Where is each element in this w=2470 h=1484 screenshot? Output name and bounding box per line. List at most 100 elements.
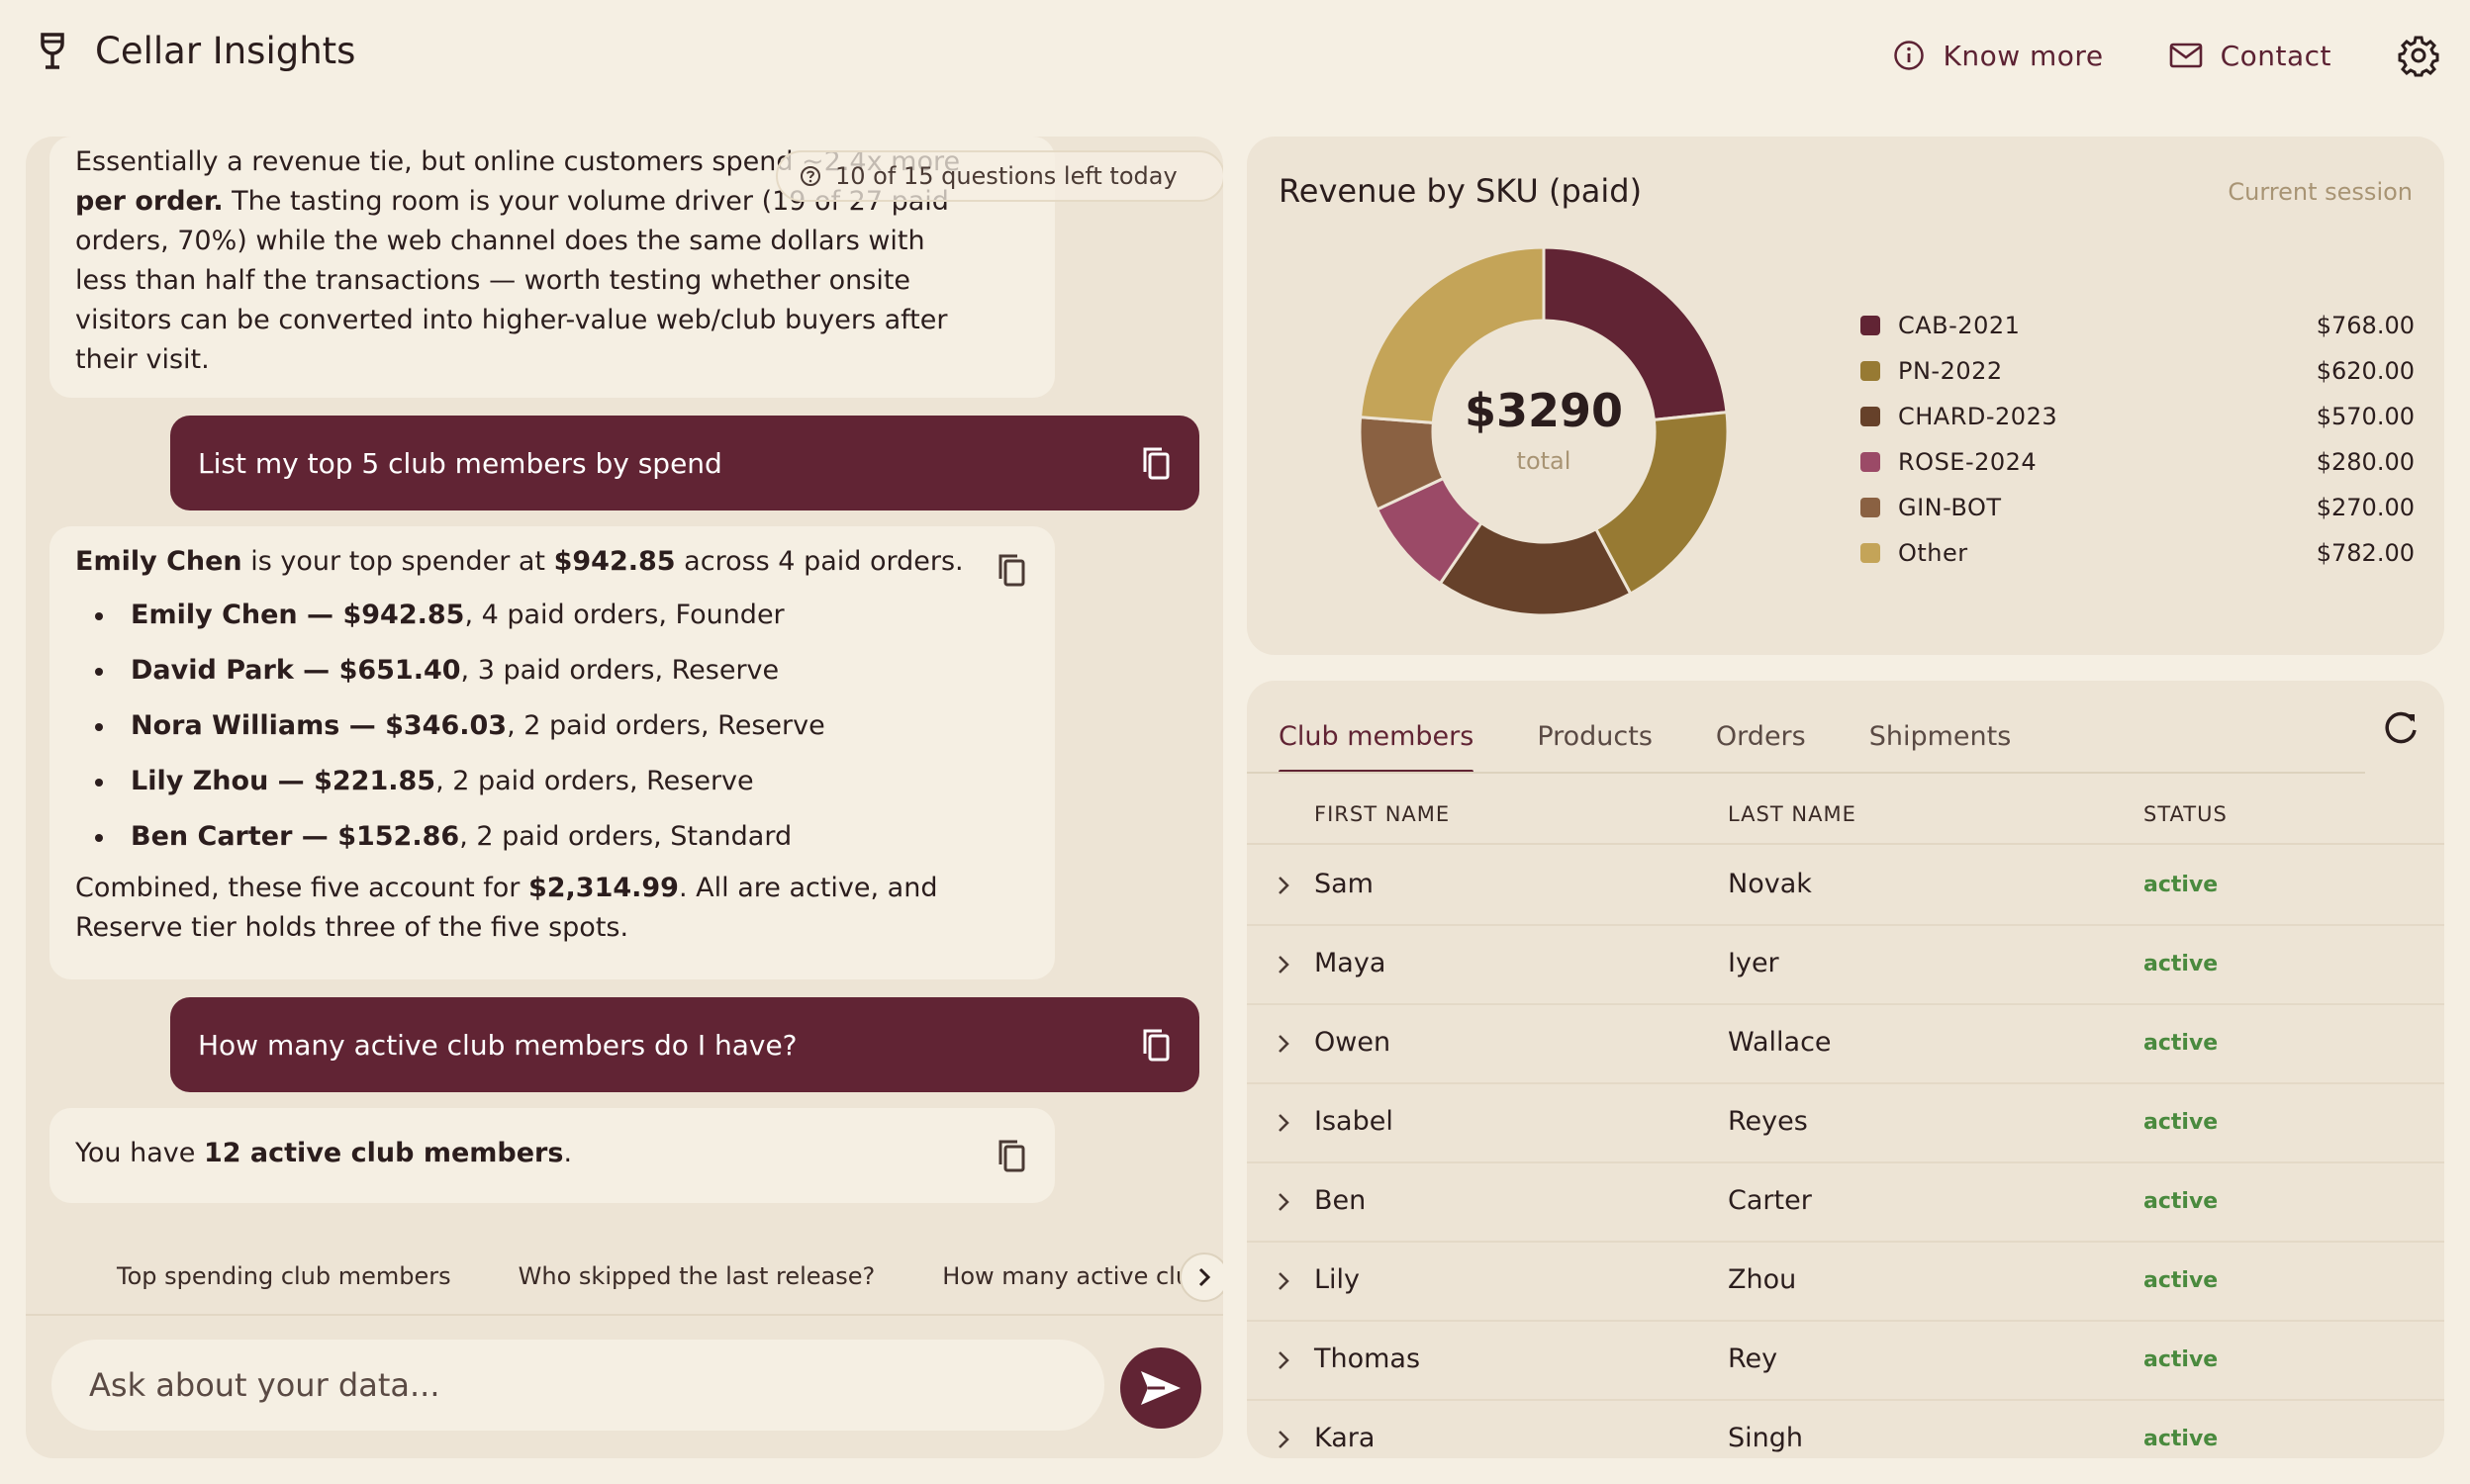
legend-swatch: [1860, 316, 1880, 335]
chat-panel: Essentially a revenue tie, but online cu…: [26, 137, 1223, 1458]
table-row[interactable]: Kara Singh active: [1247, 1401, 2444, 1458]
suggestion-chip[interactable]: How many active club members do I have?: [908, 1262, 1223, 1290]
gear-icon[interactable]: [2397, 34, 2440, 77]
status-badge: active: [2143, 1347, 2219, 1372]
legend-value: $768.00: [2316, 312, 2415, 339]
message-line: visitors can be converted into higher-va…: [75, 305, 948, 335]
top-members-list: Emily Chen — $942.85, 4 paid orders, Fou…: [75, 588, 1029, 865]
last-name-cell: Rey: [1728, 1344, 1778, 1374]
copy-icon[interactable]: [996, 1138, 1029, 1175]
table-tabs: Club members Products Orders Shipments: [1279, 710, 2074, 774]
legend-swatch: [1860, 452, 1880, 472]
table-row[interactable]: Lily Zhou active: [1247, 1243, 2444, 1322]
chevron-right-icon[interactable]: [1277, 1349, 1290, 1371]
last-name-cell: Reyes: [1728, 1106, 1808, 1137]
tab-orders[interactable]: Orders: [1716, 710, 1806, 774]
legend-swatch: [1860, 407, 1880, 426]
user-message-text: How many active club members do I have?: [198, 1028, 798, 1062]
tab-shipments[interactable]: Shipments: [1869, 710, 2012, 774]
status-badge: active: [2143, 1189, 2219, 1214]
donut-total: $3290: [1464, 384, 1624, 437]
scroll-suggestions-button[interactable]: [1180, 1252, 1223, 1302]
refresh-icon[interactable]: [2379, 706, 2422, 750]
assistant-message-3: You have 12 active club members.: [49, 1108, 1055, 1203]
chat-input[interactable]: Ask about your data...: [51, 1340, 1104, 1431]
user-message-2: How many active club members do I have?: [170, 997, 1199, 1092]
first-name-cell: Kara: [1314, 1423, 1376, 1453]
table-row[interactable]: Owen Wallace active: [1247, 1005, 2444, 1084]
legend-item: ROSE-2024 $280.00: [1860, 439, 2415, 485]
copy-icon[interactable]: [1140, 1027, 1174, 1065]
legend-value: $782.00: [2316, 539, 2415, 567]
last-name-cell: Wallace: [1728, 1027, 1832, 1058]
copy-icon[interactable]: [1140, 445, 1174, 483]
message-line: orders, 70%) while the web channel does …: [75, 226, 925, 256]
status-badge: active: [2143, 1268, 2219, 1293]
last-name-cell: Novak: [1728, 869, 1812, 899]
last-name-cell: Carter: [1728, 1185, 1812, 1216]
table-row[interactable]: Thomas Rey active: [1247, 1322, 2444, 1401]
legend-value: $280.00: [2316, 448, 2415, 476]
status-badge: active: [2143, 952, 2219, 976]
chevron-right-icon[interactable]: [1277, 1033, 1290, 1055]
legend-label: CAB-2021: [1898, 312, 2021, 339]
list-item: Nora Williams — $346.03, 2 paid orders, …: [75, 698, 1029, 754]
last-name-cell: Iyer: [1728, 948, 1779, 978]
send-button[interactable]: [1120, 1347, 1201, 1429]
status-badge: active: [2143, 1110, 2219, 1135]
assistant-message-2: Emily Chen is your top spender at $942.8…: [49, 526, 1055, 979]
chevron-right-icon[interactable]: [1277, 875, 1290, 896]
chevron-right-icon[interactable]: [1277, 1270, 1290, 1292]
table-row[interactable]: Maya Iyer active: [1247, 926, 2444, 1005]
quota-text: 10 of 15 questions left today: [835, 162, 1178, 190]
message-text: You have 12 active club members.: [75, 1138, 573, 1168]
first-name-cell: Sam: [1314, 869, 1374, 899]
top-actions: Know more Contact: [1893, 34, 2440, 77]
table-row[interactable]: Ben Carter active: [1247, 1163, 2444, 1243]
legend-item: CHARD-2023 $570.00: [1860, 394, 2415, 439]
table-row[interactable]: Sam Novak active: [1247, 847, 2444, 926]
copy-icon[interactable]: [996, 552, 1029, 590]
wine-glass-icon: [38, 32, 67, 71]
list-item: Emily Chen — $942.85, 4 paid orders, Fou…: [75, 588, 1029, 643]
donut-total-label: total: [1516, 447, 1571, 475]
send-icon: [1139, 1368, 1183, 1408]
brand: Cellar Insights: [38, 30, 355, 72]
chevron-right-icon: [1195, 1266, 1213, 1288]
legend-item: PN-2022 $620.00: [1860, 348, 2415, 394]
tab-club-members[interactable]: Club members: [1279, 710, 1474, 774]
legend-swatch: [1860, 543, 1880, 563]
chevron-right-icon[interactable]: [1277, 1429, 1290, 1450]
suggestion-chip[interactable]: Who skipped the last release?: [485, 1262, 909, 1290]
data-table-card: Club members Products Orders Shipments F…: [1247, 681, 2444, 1458]
legend-value: $270.00: [2316, 494, 2415, 521]
top-bar: Cellar Insights Know more Contact: [0, 0, 2470, 117]
message-line: less than half the transactions — worth …: [75, 265, 911, 296]
suggestion-chip[interactable]: Top spending club members: [26, 1262, 485, 1290]
chevron-right-icon[interactable]: [1277, 1112, 1290, 1134]
revenue-session: Current session: [2228, 178, 2413, 206]
list-item: Lily Zhou — $221.85, 2 paid orders, Rese…: [75, 754, 1029, 809]
legend-swatch: [1860, 498, 1880, 517]
first-name-cell: Thomas: [1314, 1344, 1421, 1374]
message-line: their visit.: [75, 344, 210, 375]
table-row[interactable]: Isabel Reyes active: [1247, 1084, 2444, 1163]
list-item: David Park — $651.40, 3 paid orders, Res…: [75, 643, 1029, 698]
message-intro: Emily Chen is your top spender at $942.8…: [75, 546, 964, 577]
column-header[interactable]: FIRST NAME: [1314, 802, 1450, 826]
list-item: Ben Carter — $152.86, 2 paid orders, Sta…: [75, 809, 1029, 865]
tabs-underline: [1247, 772, 2365, 774]
chevron-right-icon[interactable]: [1277, 1191, 1290, 1213]
column-header[interactable]: STATUS: [2143, 802, 2228, 826]
mail-icon: [2169, 42, 2203, 69]
status-badge: active: [2143, 1031, 2219, 1056]
contact-link[interactable]: Contact: [2169, 40, 2331, 72]
column-header[interactable]: LAST NAME: [1728, 802, 1856, 826]
status-badge: active: [2143, 873, 2219, 897]
app-title: Cellar Insights: [95, 30, 356, 72]
legend-label: CHARD-2023: [1898, 403, 2058, 430]
chevron-right-icon[interactable]: [1277, 954, 1290, 975]
know-more-link[interactable]: Know more: [1893, 40, 2103, 72]
first-name-cell: Ben: [1314, 1185, 1367, 1216]
tab-products[interactable]: Products: [1537, 710, 1653, 774]
